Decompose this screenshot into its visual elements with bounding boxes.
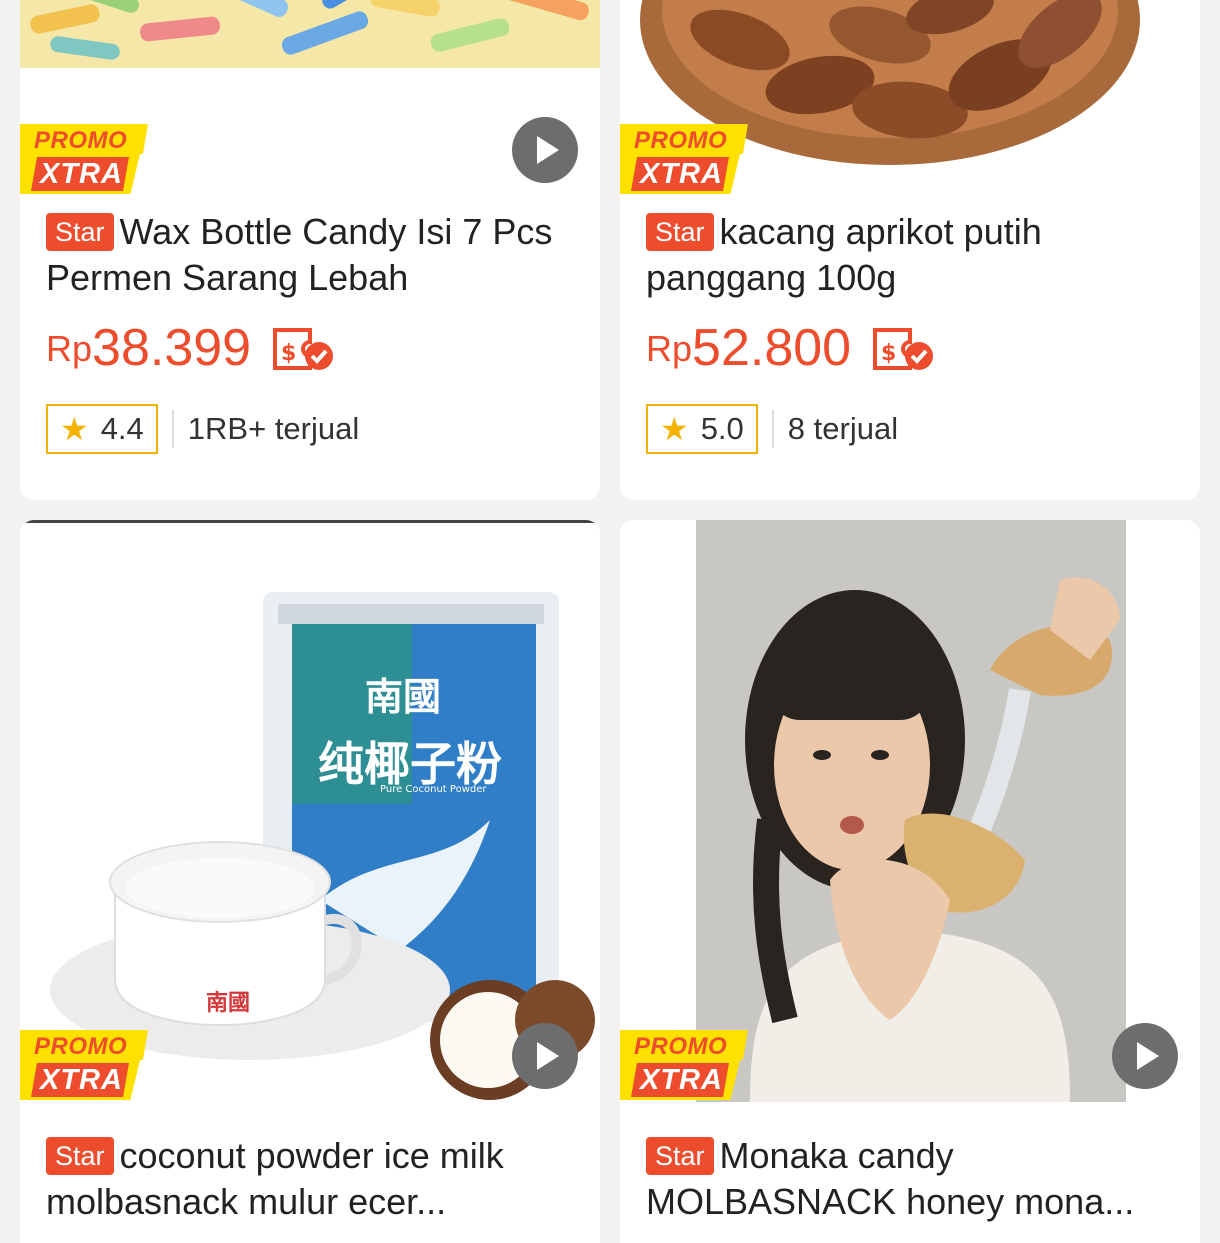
monaka-video-thumbnail xyxy=(620,520,1200,1102)
promo-xtra-badge: PROMO XTRA xyxy=(20,1030,148,1100)
product-price: Rp38.399 $ xyxy=(46,316,333,381)
product-card-monaka-candy[interactable]: PROMO XTRA Star Monaka candy MOLBASNACK h… xyxy=(620,520,1200,1243)
divider xyxy=(171,410,174,448)
candy-image xyxy=(20,0,600,68)
svg-text:南國: 南國 xyxy=(365,675,441,719)
play-video-icon[interactable] xyxy=(1112,1023,1178,1089)
star-seller-badge: Star xyxy=(46,1137,114,1175)
svg-text:纯椰子粉: 纯椰子粉 xyxy=(318,737,502,791)
star-icon: ★ xyxy=(60,411,89,447)
voucher-check-icon: $ xyxy=(873,328,933,370)
play-video-icon[interactable] xyxy=(512,117,578,183)
product-title[interactable]: Star kacang aprikot putih panggang 100g xyxy=(646,209,1166,301)
product-title[interactable]: Star coconut powder ice milk molbasnack m… xyxy=(46,1133,566,1225)
product-price: Rp52.800 $ xyxy=(646,316,933,381)
promo-xtra-badge: PROMO XTRA xyxy=(620,1030,748,1100)
voucher-check-icon: $ xyxy=(273,328,333,370)
coconut-powder-image: 南國 纯椰子粉 Pure Coconut Powder 南國 xyxy=(20,520,600,1100)
rating-badge: ★ 5.0 xyxy=(646,404,758,454)
svg-text:Pure Coconut Powder: Pure Coconut Powder xyxy=(380,784,487,795)
svg-text:$: $ xyxy=(281,341,296,366)
product-card-kacang-aprikot[interactable]: PROMO XTRA Star kacang aprikot putih pang… xyxy=(620,0,1200,500)
divider xyxy=(771,410,774,448)
product-title[interactable]: Star Wax Bottle Candy Isi 7 Pcs Permen Sa… xyxy=(46,209,566,301)
svg-text:$: $ xyxy=(881,341,896,366)
star-seller-badge: Star xyxy=(46,213,114,251)
sold-count: 8 terjual xyxy=(787,411,899,446)
rating-row: ★ 5.0 8 terjual xyxy=(646,404,898,454)
play-video-icon[interactable] xyxy=(512,1023,578,1089)
sold-count: 1RB+ terjual xyxy=(187,411,360,446)
product-image[interactable] xyxy=(620,520,1200,1102)
product-card-coconut-powder[interactable]: 南國 纯椰子粉 Pure Coconut Powder 南國 PROMO XTR… xyxy=(20,520,600,1243)
star-seller-badge: Star xyxy=(646,213,714,251)
rating-row: ★ 4.4 1RB+ terjual xyxy=(46,404,359,454)
product-card-wax-candy[interactable]: PROMO XTRA Star Wax Bottle Candy Isi 7 Pc… xyxy=(20,0,600,500)
rating-badge: ★ 4.4 xyxy=(46,404,158,454)
product-image[interactable]: 南國 纯椰子粉 Pure Coconut Powder 南國 xyxy=(20,520,600,1102)
star-icon: ★ xyxy=(660,411,689,447)
promo-xtra-badge: PROMO XTRA xyxy=(20,124,148,194)
svg-text:南國: 南國 xyxy=(206,991,250,1016)
promo-xtra-badge: PROMO XTRA xyxy=(620,124,748,194)
star-seller-badge: Star xyxy=(646,1137,714,1175)
product-title[interactable]: Star Monaka candy MOLBASNACK honey mona..… xyxy=(646,1133,1166,1225)
